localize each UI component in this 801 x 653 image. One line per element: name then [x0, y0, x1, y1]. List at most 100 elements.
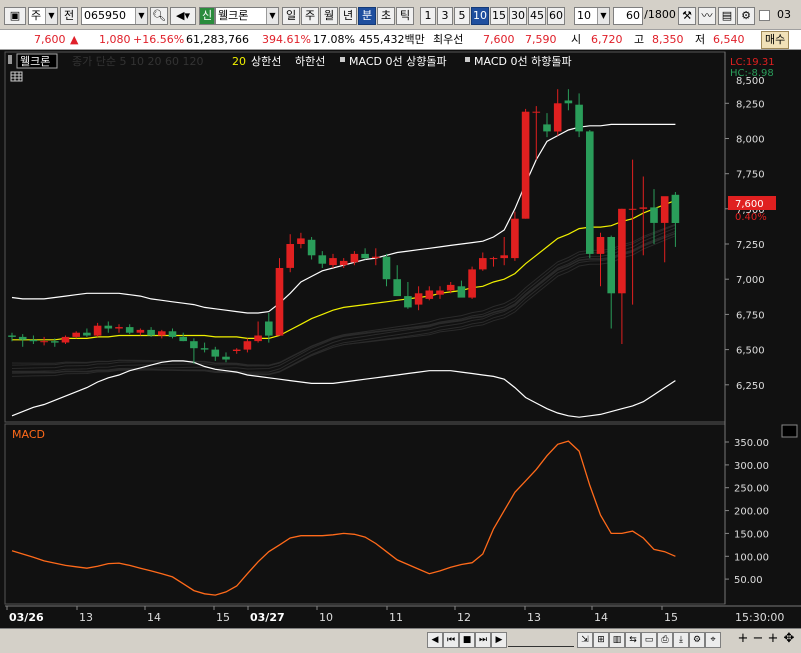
compare-icon[interactable]: ⇆: [625, 632, 641, 648]
legend-ma-label: 종가 단순 5 10 20 60 120: [72, 55, 203, 68]
jump-start-icon[interactable]: ⏮: [443, 632, 459, 648]
change-amount: 1,080: [99, 33, 131, 46]
period-tab-6[interactable]: 틱: [396, 7, 414, 25]
current-price-percent: 0.40%: [735, 212, 767, 223]
low-price: 6,540: [713, 33, 745, 46]
interval-tab-15[interactable]: 15: [490, 7, 508, 25]
candle-body: [350, 253, 359, 263]
settings-icon[interactable]: ⚙: [689, 632, 705, 648]
crosshair-icon[interactable]: ⌖: [705, 632, 721, 648]
interval-tab-30[interactable]: 30: [509, 7, 527, 25]
count-input[interactable]: 60: [613, 7, 643, 25]
candle-body: [265, 321, 273, 336]
gear-icon[interactable]: ⚙: [737, 7, 755, 25]
add-icon[interactable]: +: [765, 632, 781, 648]
scroll-left-icon[interactable]: ◀: [427, 632, 443, 648]
candle-body: [639, 207, 648, 209]
candle-body: [671, 194, 680, 223]
save-icon[interactable]: ▤: [718, 7, 736, 25]
low-label: 저: [695, 33, 706, 46]
candle-body: [339, 260, 348, 266]
candle-body: [329, 258, 337, 266]
macd-tick-label: 200.00: [734, 507, 769, 518]
candle-body: [318, 255, 327, 264]
lc-value: LC:19.31: [730, 57, 775, 68]
volume-ratio: 394.61%: [262, 33, 311, 46]
option-checkbox[interactable]: [759, 10, 770, 21]
zoom-area-icon[interactable]: ⊞: [593, 632, 609, 648]
up-arrow-icon: ▲: [70, 33, 79, 46]
change-percent: +16.56%: [133, 33, 185, 46]
period-tab-4[interactable]: 분: [358, 7, 376, 25]
interval-tab-60[interactable]: 60: [547, 7, 565, 25]
candle-body: [543, 124, 551, 132]
interval-value: 10: [577, 9, 591, 22]
time-label: 13: [79, 611, 93, 624]
market-select[interactable]: 주 ▼: [28, 7, 58, 25]
period-tab-0[interactable]: 일: [282, 7, 300, 25]
upper-band-line: [11, 123, 676, 314]
period-tab-2[interactable]: 월: [320, 7, 338, 25]
macd-line-group: [11, 440, 676, 596]
chart-area[interactable]: 웰크론 종가 단순 5 10 20 60 120 20 상한선 하한선 MACD…: [0, 50, 801, 628]
interval-tab-10[interactable]: 10: [471, 7, 489, 25]
zoom-slider[interactable]: [508, 633, 574, 647]
macd-tick-label: 250.00: [734, 484, 769, 495]
current-price-tag-text: 7,600: [735, 199, 764, 210]
interval-tab-45[interactable]: 45: [528, 7, 546, 25]
period-tab-5[interactable]: 초: [377, 7, 395, 25]
code-input[interactable]: 065950 ▼: [81, 7, 148, 25]
stop-icon[interactable]: ■: [459, 632, 475, 648]
interval-select[interactable]: 10 ▼: [574, 7, 610, 25]
trade-amount: 455,432백만: [359, 33, 425, 46]
candle-body: [243, 341, 252, 350]
scroll-right-icon[interactable]: ▶: [491, 632, 507, 648]
candle-body: [650, 207, 658, 223]
stock-chart[interactable]: 웰크론 종가 단순 5 10 20 60 120 20 상한선 하한선 MACD…: [0, 50, 801, 628]
print-icon[interactable]: ⎙: [657, 632, 673, 648]
zoom-out-icon[interactable]: −: [750, 632, 766, 648]
interval-tab-1[interactable]: 1: [420, 7, 436, 25]
interval-tab-5[interactable]: 5: [454, 7, 470, 25]
period-tab-1[interactable]: 주: [301, 7, 319, 25]
speaker-icon[interactable]: ◀▾: [170, 7, 196, 25]
search-icon[interactable]: 🔍︎: [150, 7, 168, 25]
move-icon[interactable]: ✥: [781, 632, 797, 648]
candle-body: [500, 255, 508, 259]
grid-icon[interactable]: [10, 71, 23, 82]
price-tick-label: 6,250: [736, 381, 765, 392]
ma-fan-line: [11, 227, 676, 369]
window-icon[interactable]: ▭: [641, 632, 657, 648]
stock-name-select[interactable]: 웰크론 ▼: [215, 7, 279, 25]
candle-body: [446, 284, 455, 291]
candle-body: [254, 335, 262, 342]
jump-end-icon[interactable]: ⏭: [475, 632, 491, 648]
window-icon[interactable]: ▣: [4, 7, 26, 25]
macd-panel-button[interactable]: [781, 424, 798, 438]
legend-macd-up: MACD 0선 상향돌파: [349, 55, 447, 68]
price-tick-label: 6,750: [736, 310, 765, 321]
buy-button[interactable]: 매수: [761, 31, 790, 49]
period-tab-3[interactable]: 년: [339, 7, 357, 25]
candle-body: [232, 349, 241, 351]
ma-fan-line: [11, 233, 676, 376]
zoom-in-icon[interactable]: +: [735, 632, 751, 648]
candle-body: [72, 332, 80, 337]
volume: 61,283,766: [186, 33, 249, 46]
time-label: 03/26: [9, 611, 44, 624]
tools-icon[interactable]: ⚒: [678, 7, 696, 25]
candle-body: [190, 341, 198, 349]
macd-tick-label: 50.00: [734, 575, 763, 586]
interval-tab-3[interactable]: 3: [437, 7, 453, 25]
candle-body: [511, 218, 519, 259]
layout-icon[interactable]: ▥: [609, 632, 625, 648]
candle-body: [607, 237, 615, 294]
candle-body: [596, 237, 605, 254]
candle-body: [479, 258, 487, 270]
zoom-fit-icon[interactable]: ⇲: [577, 632, 593, 648]
candle-body: [18, 336, 27, 340]
chart-icon[interactable]: 〰: [698, 7, 716, 25]
export-icon[interactable]: ⤓: [673, 632, 689, 648]
ma-fan-group: [11, 223, 676, 377]
all-button[interactable]: 전: [60, 7, 78, 25]
